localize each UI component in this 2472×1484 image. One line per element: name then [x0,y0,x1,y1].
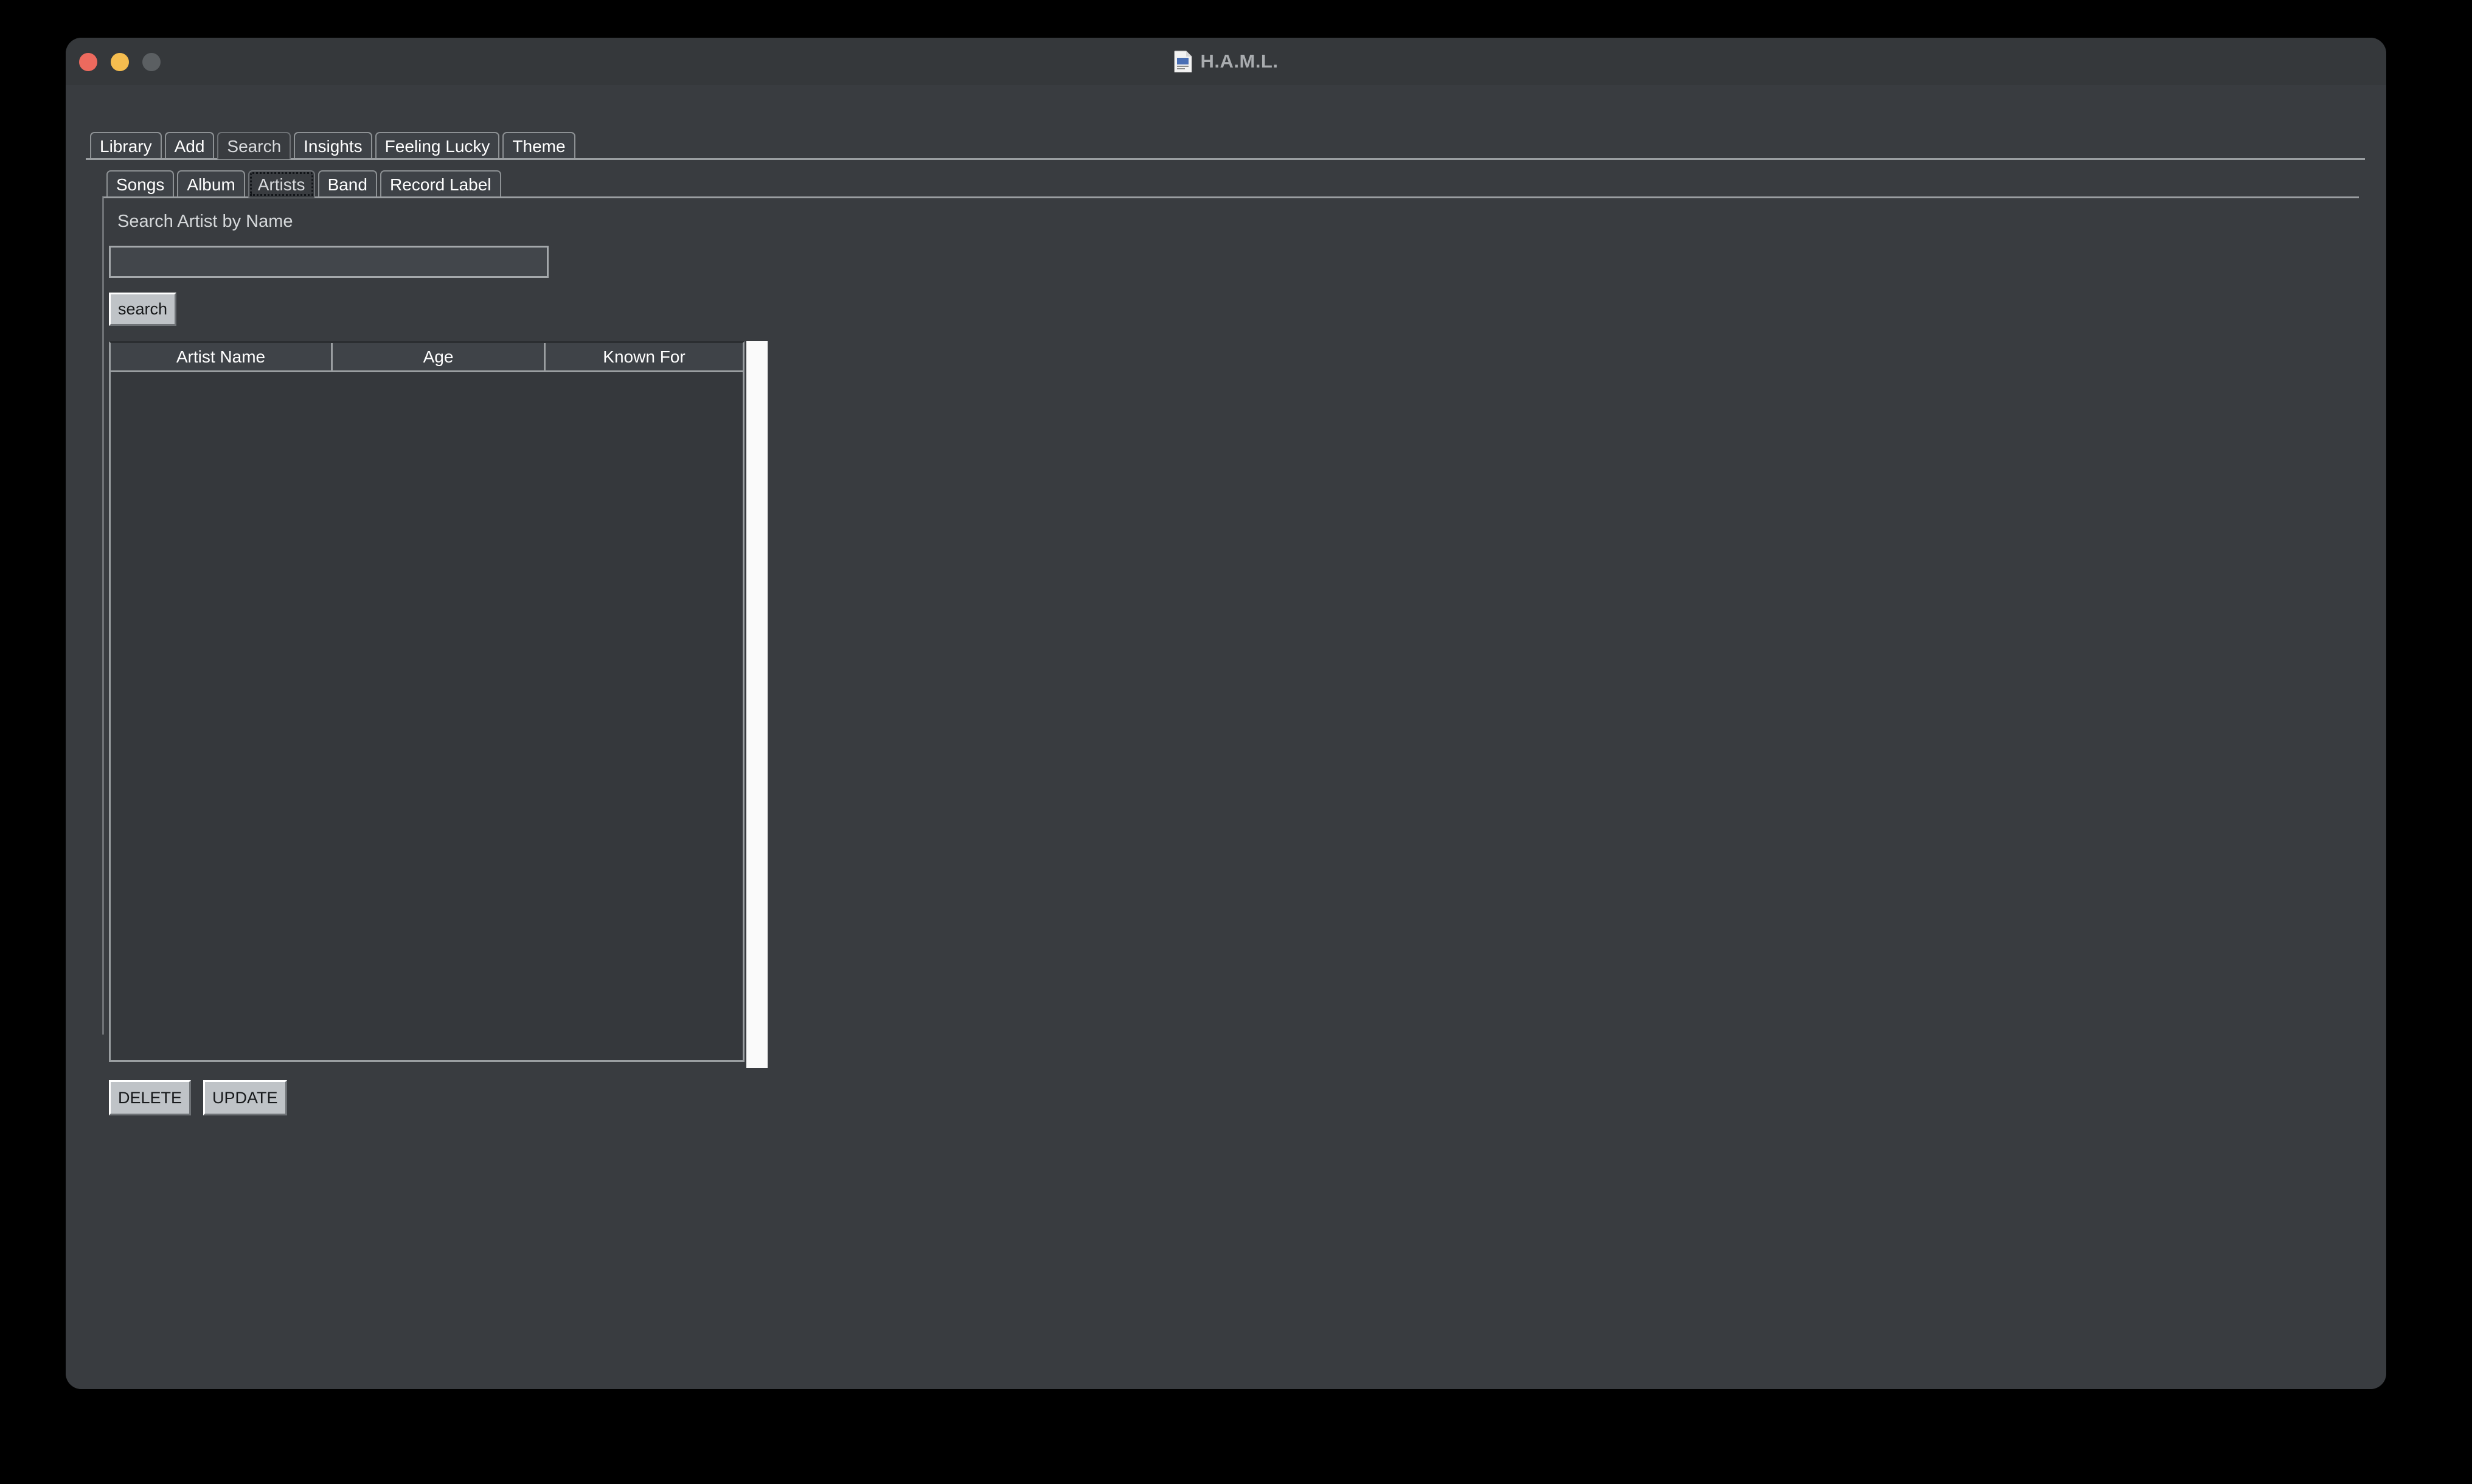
window-body: Library Add Search Insights Feeling Luck… [66,85,2386,1389]
search-button[interactable]: search [109,293,177,326]
tab-album[interactable]: Album [177,170,245,198]
artists-results-table: Artist Name Age Known For [109,341,745,1062]
tab-add-label: Add [174,136,205,156]
search-tab-panel: Songs Album Artists Band Record Label Se… [86,158,2365,1115]
tab-library-label: Library [100,136,152,156]
search-artist-label: Search Artist by Name [117,212,293,231]
tab-feeling-lucky[interactable]: Feeling Lucky [375,132,500,159]
tab-library[interactable]: Library [90,132,162,159]
tab-search-label: Search [227,136,282,156]
search-input[interactable] [109,246,549,278]
close-button[interactable] [79,53,97,71]
tab-theme[interactable]: Theme [502,132,575,159]
tab-record-label-label: Record Label [389,175,491,194]
document-icon [1174,50,1192,73]
window-title-group: H.A.M.L. [66,38,2386,85]
window-title: H.A.M.L. [1200,50,1279,72]
tab-feeling-lucky-label: Feeling Lucky [384,136,490,156]
column-header-known-for[interactable]: Known For [546,343,743,370]
tab-insights-label: Insights [304,136,363,156]
update-button[interactable]: UPDATE [203,1080,287,1115]
desktop-backdrop: H.A.M.L. Library Add Search Insights Fee… [0,0,2472,1484]
artists-action-row: DELETE UPDATE [109,1080,287,1115]
search-category-notebook: Songs Album Artists Band Record Label Se… [102,166,2359,1115]
table-header-row: Artist Name Age Known For [111,343,743,372]
tab-songs-label: Songs [116,175,165,194]
table-body-empty [111,372,743,1060]
tab-add[interactable]: Add [164,132,215,159]
column-header-artist-name[interactable]: Artist Name [111,343,333,370]
tab-insights[interactable]: Insights [294,132,372,159]
application-window: H.A.M.L. Library Add Search Insights Fee… [66,38,2386,1389]
tab-band-label: Band [327,175,367,194]
main-notebook: Library Add Search Insights Feeling Luck… [86,128,2365,1115]
tab-search[interactable]: Search [217,132,291,159]
window-controls [79,53,161,71]
delete-button[interactable]: DELETE [109,1080,192,1115]
column-header-age[interactable]: Age [333,343,546,370]
window-titlebar: H.A.M.L. [66,38,2386,86]
minimize-button[interactable] [111,53,129,71]
tab-artists[interactable]: Artists [248,170,315,198]
tab-theme-label: Theme [512,136,566,156]
tab-artists-label: Artists [257,175,305,194]
tab-band[interactable]: Band [318,170,377,198]
zoom-button[interactable] [142,53,161,71]
tab-record-label[interactable]: Record Label [380,170,501,198]
table-vertical-scrollbar[interactable] [746,341,768,1068]
main-tabbar: Library Add Search Insights Feeling Luck… [86,128,2365,159]
tab-album-label: Album [187,175,235,194]
tab-songs[interactable]: Songs [106,170,175,198]
artists-tab-panel: Search Artist by Name search Artist Name… [102,196,2359,1115]
search-category-tabbar: Songs Album Artists Band Record Label [102,166,2359,198]
artists-results-area: Artist Name Age Known For [109,341,783,1068]
